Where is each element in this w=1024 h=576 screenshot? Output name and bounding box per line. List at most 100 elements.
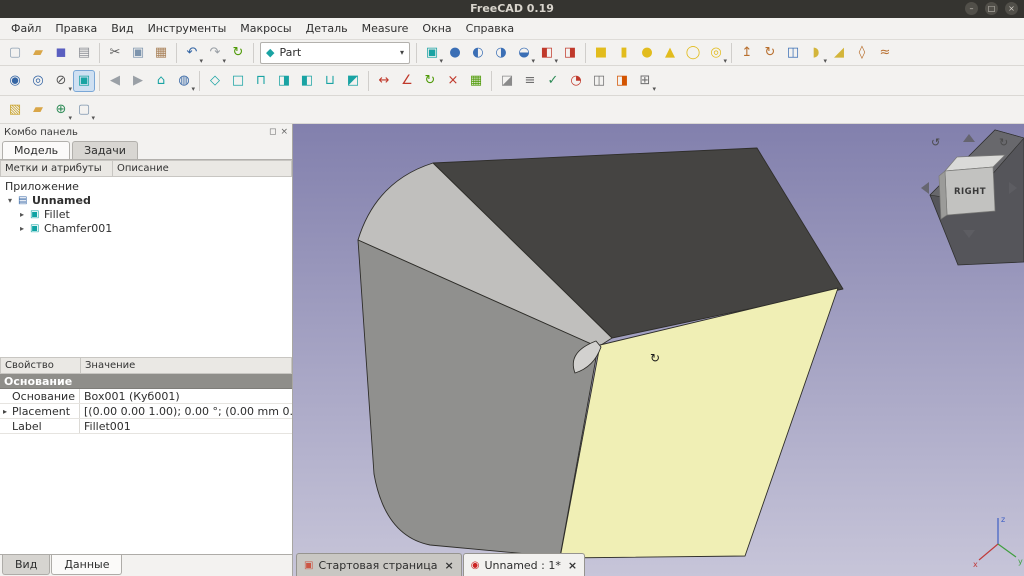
- save-icon[interactable]: ◼: [50, 42, 72, 64]
- measure-linear-icon[interactable]: ↔: [373, 70, 395, 92]
- view-top-icon[interactable]: ⊓: [250, 70, 272, 92]
- property-value[interactable]: Box001 (Куб001): [80, 390, 292, 403]
- menu-edit[interactable]: Правка: [48, 20, 104, 37]
- make-link-icon[interactable]: ⊕ ▾: [50, 99, 72, 122]
- property-group-base[interactable]: Основание: [0, 374, 292, 389]
- tab-view[interactable]: Вид: [2, 555, 51, 575]
- navcube-up-arrow[interactable]: [963, 134, 975, 142]
- view-right-icon[interactable]: ◨: [273, 70, 295, 92]
- property-value[interactable]: Fillet001: [80, 420, 292, 433]
- minimize-button[interactable]: –: [965, 2, 978, 15]
- boolean-union-icon[interactable]: ◑: [490, 42, 512, 64]
- create-group-icon[interactable]: ▰: [27, 99, 49, 121]
- extrude-icon[interactable]: ↥: [736, 42, 758, 64]
- cut-icon[interactable]: ✂: [104, 42, 126, 64]
- revolve-icon[interactable]: ↻: [759, 42, 781, 64]
- cube-primitive-icon[interactable]: ■: [590, 42, 612, 64]
- color-per-face-icon[interactable]: ◨: [611, 70, 633, 92]
- close-button[interactable]: ×: [1005, 2, 1018, 15]
- workbench-selector[interactable]: ◆ Part ▾: [260, 41, 410, 64]
- navcube-face-label[interactable]: RIGHT: [954, 187, 986, 197]
- tree-item-chamfer001[interactable]: ▸ ▣ Chamfer001: [0, 221, 292, 235]
- check-geometry-icon[interactable]: ✓: [542, 70, 564, 92]
- property-value[interactable]: [(0.00 0.00 1.00); 0.00 °; (0.00 mm 0.00…: [80, 405, 292, 418]
- tab-tasks[interactable]: Задачи: [72, 141, 138, 159]
- paste-icon[interactable]: ▦: [150, 42, 172, 64]
- rotate-right-icon[interactable]: ↻: [999, 136, 1008, 149]
- tree-header-description[interactable]: Описание: [112, 160, 292, 177]
- navcube-left-arrow[interactable]: [921, 182, 929, 194]
- thickness-icon[interactable]: ◫: [588, 70, 610, 92]
- zoom-tools-icon[interactable]: ◍ ▾: [173, 70, 195, 93]
- menu-macros[interactable]: Макросы: [233, 20, 298, 37]
- tab-model[interactable]: Модель: [2, 141, 71, 159]
- copy-icon[interactable]: ▣: [127, 42, 149, 64]
- menu-view[interactable]: Вид: [104, 20, 140, 37]
- expander-icon[interactable]: ▾: [8, 196, 18, 205]
- torus-primitive-icon[interactable]: ◯: [682, 42, 704, 64]
- close-tab-icon[interactable]: ×: [568, 559, 577, 572]
- panel-close-icon[interactable]: ×: [280, 127, 288, 137]
- measure-clear-icon[interactable]: ×: [442, 70, 464, 92]
- view-home-icon[interactable]: ⌂: [150, 70, 172, 92]
- chamfer-icon[interactable]: ◢: [828, 42, 850, 64]
- defeaturing-icon[interactable]: ◔: [565, 70, 587, 92]
- rotate-left-icon[interactable]: ↺: [931, 136, 940, 149]
- fillet-icon[interactable]: ◗ ▾: [805, 42, 827, 65]
- 3d-viewport[interactable]: ↻ ↺ ↻ RIGHT z x y: [293, 124, 1024, 576]
- open-folder-icon[interactable]: ▰: [27, 42, 49, 64]
- tree-header-labels[interactable]: Метки и атрибуты: [0, 160, 112, 177]
- measure-angular-icon[interactable]: ∠: [396, 70, 418, 92]
- property-row-label[interactable]: Label Fillet001: [0, 419, 292, 434]
- fit-selection-icon[interactable]: ◎: [27, 70, 49, 92]
- print-icon[interactable]: ▤: [73, 42, 95, 64]
- undo-icon[interactable]: ↶ ▾: [181, 42, 203, 65]
- cone-primitive-icon[interactable]: ▲: [659, 42, 681, 64]
- link-actions-icon[interactable]: ▢ ▾: [73, 99, 95, 122]
- cylinder-primitive-icon[interactable]: ▮: [613, 42, 635, 64]
- expander-icon[interactable]: ▸: [20, 224, 30, 233]
- tree-root-application[interactable]: Приложение: [0, 179, 292, 193]
- maximize-button[interactable]: □: [985, 2, 998, 15]
- boolean-cut-icon[interactable]: ◐: [467, 42, 489, 64]
- menu-help[interactable]: Справка: [459, 20, 521, 37]
- menu-windows[interactable]: Окна: [415, 20, 458, 37]
- mirror-icon[interactable]: ◫: [782, 42, 804, 64]
- close-tab-icon[interactable]: ×: [445, 559, 454, 572]
- boolean-common-icon[interactable]: ◒ ▾: [513, 42, 535, 65]
- boolean-operation-icon[interactable]: ◨: [559, 42, 581, 64]
- expander-icon[interactable]: ▸: [3, 407, 12, 416]
- expander-icon[interactable]: ▸: [20, 210, 30, 219]
- draw-style-icon[interactable]: ⊘ ▾: [50, 70, 72, 93]
- view-isometric-icon[interactable]: ◇: [204, 70, 226, 92]
- cross-sections-icon[interactable]: ≡: [519, 70, 541, 92]
- tab-data[interactable]: Данные: [51, 555, 123, 575]
- measure-refresh-icon[interactable]: ↻: [419, 70, 441, 92]
- compound-icon[interactable]: ◧ ▾: [536, 42, 558, 65]
- loft-icon[interactable]: ◊: [851, 42, 873, 64]
- tab-start-page[interactable]: ▣ Стартовая страница ×: [296, 553, 462, 576]
- create-part-icon[interactable]: ▧: [4, 99, 26, 121]
- new-document-icon[interactable]: ▢: [4, 42, 26, 64]
- property-header-value[interactable]: Значение: [80, 357, 292, 374]
- view-bottom-icon[interactable]: ⊔: [319, 70, 341, 92]
- view-rear-icon[interactable]: ◧: [296, 70, 318, 92]
- redo-icon[interactable]: ↷ ▾: [204, 42, 226, 65]
- measure-toggle-icon[interactable]: ▦: [465, 70, 487, 92]
- menu-measure[interactable]: Measure: [355, 20, 416, 37]
- nav-back-icon[interactable]: ◀: [104, 70, 126, 92]
- fit-all-icon[interactable]: ◉: [4, 70, 26, 92]
- menu-file[interactable]: Файл: [4, 20, 48, 37]
- refresh-icon[interactable]: ↻: [227, 42, 249, 64]
- solid-sphere-icon[interactable]: ●: [444, 42, 466, 64]
- menu-tools[interactable]: Инструменты: [141, 20, 234, 37]
- clipping-plane-icon[interactable]: ⊞ ▾: [634, 70, 656, 93]
- primitives-dialog-icon[interactable]: ◎ ▾: [705, 42, 727, 65]
- section-icon[interactable]: ◪: [496, 70, 518, 92]
- property-row-base[interactable]: Основание Box001 (Куб001): [0, 389, 292, 404]
- view-left-icon[interactable]: ◩: [342, 70, 364, 92]
- property-row-placement[interactable]: ▸ Placement [(0.00 0.00 1.00); 0.00 °; (…: [0, 404, 292, 419]
- view-front-icon[interactable]: □: [227, 70, 249, 92]
- panel-float-icon[interactable]: ◻: [269, 127, 276, 137]
- sphere-primitive-icon[interactable]: ●: [636, 42, 658, 64]
